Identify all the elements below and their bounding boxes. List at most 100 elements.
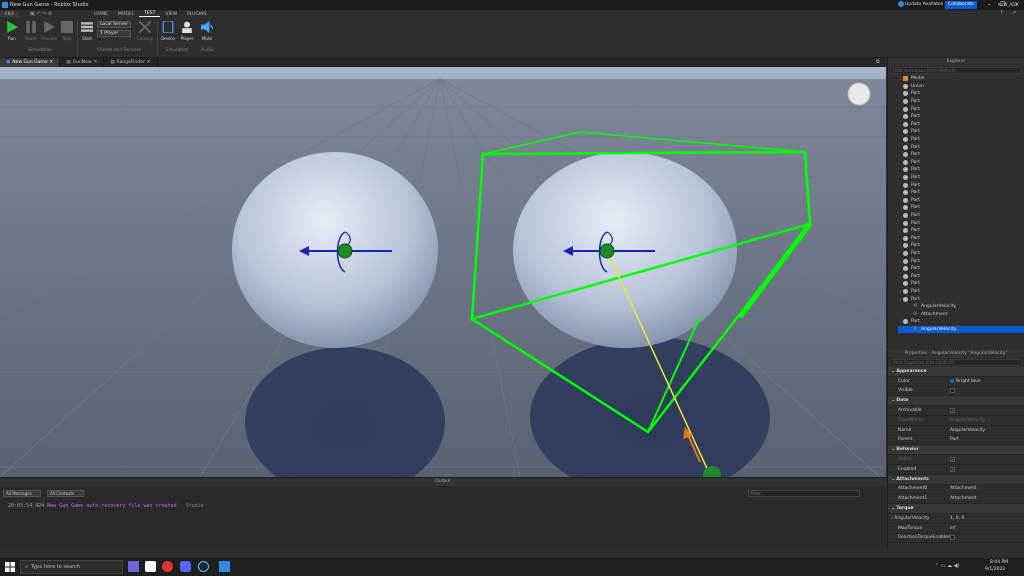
minimize-button[interactable]: – (982, 0, 996, 10)
property-row[interactable]: Attachment0Attachment (888, 485, 1024, 495)
cleanup-button[interactable]: Cleanup (135, 21, 155, 41)
explorer-item[interactable]: Part (898, 265, 1024, 273)
start-button[interactable]: Start (80, 21, 94, 41)
property-row[interactable]: Visible (888, 387, 1024, 397)
close-tab-icon[interactable]: ✕ (147, 60, 151, 65)
property-row[interactable]: Active✓ (888, 455, 1024, 465)
property-checkbox[interactable]: ✓ (950, 457, 955, 462)
property-row[interactable]: MaxTorqueinf (888, 524, 1024, 534)
collaborate-button[interactable]: Collaborate (945, 1, 977, 9)
property-category[interactable]: ⌄ Torque (888, 504, 1024, 514)
steam-icon[interactable] (198, 561, 209, 572)
windows-start-icon[interactable] (5, 562, 15, 572)
color-swatch[interactable] (950, 379, 954, 383)
explorer-item[interactable]: Part (898, 128, 1024, 136)
tab-gunnew[interactable]: ▤GunNew✕ (60, 58, 104, 67)
explorer-item[interactable]: Part (898, 166, 1024, 174)
property-value[interactable]: 1, 0, 0 (950, 516, 1024, 521)
share-icon[interactable]: ↗ (1012, 10, 1016, 16)
property-value[interactable]: ✓ (950, 457, 1024, 462)
close-tab-icon[interactable]: ✕ (94, 60, 98, 65)
property-checkbox[interactable]: ✓ (950, 408, 955, 413)
explorer-item[interactable]: Part (898, 136, 1024, 144)
menu-file[interactable]: FILE (0, 12, 19, 17)
system-tray-icons[interactable]: ⌃ ▭ ☁ ◀) (935, 563, 959, 569)
property-category[interactable]: ⌄ Data (888, 396, 1024, 406)
property-category[interactable]: ⌄ Appearance (888, 367, 1024, 377)
explorer-item[interactable]: ›Part (898, 288, 1024, 296)
property-row[interactable]: Attachment1Attachment (888, 494, 1024, 504)
clock-date[interactable]: 9/1/2022 (985, 567, 1005, 572)
property-category[interactable]: ⌄ Attachments (888, 475, 1024, 485)
explorer-item[interactable]: ›Part (898, 318, 1024, 326)
explorer-item[interactable]: Part (898, 143, 1024, 151)
pause-button[interactable]: Pause (24, 21, 38, 41)
quick-access-icons[interactable]: ▣ ↶ ↷ ⚙ (30, 11, 52, 17)
property-value[interactable] (950, 388, 1024, 393)
stop-button[interactable]: Stop (60, 21, 74, 41)
explorer-item[interactable]: ›Part (898, 295, 1024, 303)
property-row[interactable]: ParentPart (888, 436, 1024, 446)
run-button[interactable]: Run (4, 21, 20, 41)
view-selector-cube[interactable] (848, 83, 870, 105)
explorer-item[interactable]: Part (898, 189, 1024, 197)
clock-time[interactable]: 8:04 PM (990, 560, 1008, 565)
explorer-item[interactable]: Part (898, 159, 1024, 167)
property-value[interactable]: Part (950, 437, 1024, 442)
menu-model[interactable]: MODEL (113, 12, 139, 17)
popout-icon[interactable]: ⧉ (876, 59, 880, 65)
tab-new-gun-game[interactable]: ▣New Gun Game✕ (0, 58, 60, 67)
taskbar-search[interactable]: ⌕ Type here to search (20, 560, 123, 574)
property-checkbox[interactable] (950, 388, 955, 393)
discord-icon[interactable] (180, 561, 191, 572)
menu-view[interactable]: VIEW (160, 12, 182, 17)
menu-home[interactable]: HOME (89, 12, 113, 17)
scene-canvas[interactable] (0, 67, 886, 477)
close-button[interactable]: ✕ (1010, 0, 1024, 10)
property-value[interactable]: Attachment (950, 486, 1024, 491)
explorer-item[interactable]: ›Part (898, 272, 1024, 280)
app-icon[interactable] (145, 561, 156, 572)
explorer-filter-input[interactable]: Filter workspace (Ctrl+Shift+X) (890, 67, 1022, 74)
property-value[interactable]: inf (950, 526, 1024, 531)
roblox-studio-taskbar-icon[interactable] (219, 561, 230, 572)
explorer-item[interactable]: ⟲AngularVelocity (898, 326, 1024, 334)
explorer-item[interactable]: Part (898, 234, 1024, 242)
maximize-button[interactable]: ❐ (996, 0, 1010, 10)
players-dropdown[interactable]: 1 Player (97, 30, 131, 37)
explorer-item[interactable]: Part (898, 204, 1024, 212)
property-checkbox[interactable]: ✓ (950, 467, 955, 472)
property-row[interactable]: ClassNameAngularVelocity (888, 416, 1024, 426)
property-category[interactable]: ⌄ Behavior (888, 445, 1024, 455)
property-row[interactable]: Enabled✓ (888, 465, 1024, 475)
explorer-item[interactable]: Part (898, 250, 1024, 258)
output-filter-input[interactable]: Filter... (748, 490, 860, 497)
property-value[interactable]: AngularVelocity (950, 418, 1024, 423)
menu-plugins[interactable]: PLUGINS (182, 12, 211, 17)
message-filter-dropdown[interactable]: All Messages (3, 490, 41, 497)
property-row[interactable]: ColorBright blue (888, 377, 1024, 387)
server-dropdown[interactable]: Local Server (97, 21, 131, 28)
property-row[interactable]: ReactionTorqueEnabled (888, 534, 1024, 544)
property-checkbox[interactable] (950, 535, 955, 540)
3d-viewport[interactable] (0, 67, 886, 477)
explorer-item[interactable]: Part (898, 105, 1024, 113)
explorer-item[interactable]: ›Part (898, 242, 1024, 250)
explorer-item[interactable]: Part (898, 90, 1024, 98)
explorer-item[interactable]: Part (898, 219, 1024, 227)
opera-icon[interactable] (162, 561, 173, 572)
property-value[interactable]: ✓ (950, 467, 1024, 472)
explorer-item[interactable]: ›Part (898, 181, 1024, 189)
explorer-item[interactable]: Part (898, 98, 1024, 106)
update-available-link[interactable]: Update Available (905, 2, 943, 7)
explorer-item[interactable]: ›Model (898, 75, 1024, 83)
property-row[interactable]: › AngularVelocity1, 0, 0 (888, 514, 1024, 524)
explorer-item[interactable]: ›Part (898, 227, 1024, 235)
explorer-item[interactable]: Union (898, 83, 1024, 91)
mute-button[interactable]: Mute (199, 21, 215, 41)
property-value[interactable]: Bright blue (950, 379, 1024, 384)
explorer-item[interactable]: ›Part (898, 257, 1024, 265)
menu-test[interactable]: TEST (139, 11, 160, 17)
explorer-item[interactable]: ⟲AngularVelocity (898, 303, 1024, 311)
close-tab-icon[interactable]: ✕ (50, 60, 54, 65)
